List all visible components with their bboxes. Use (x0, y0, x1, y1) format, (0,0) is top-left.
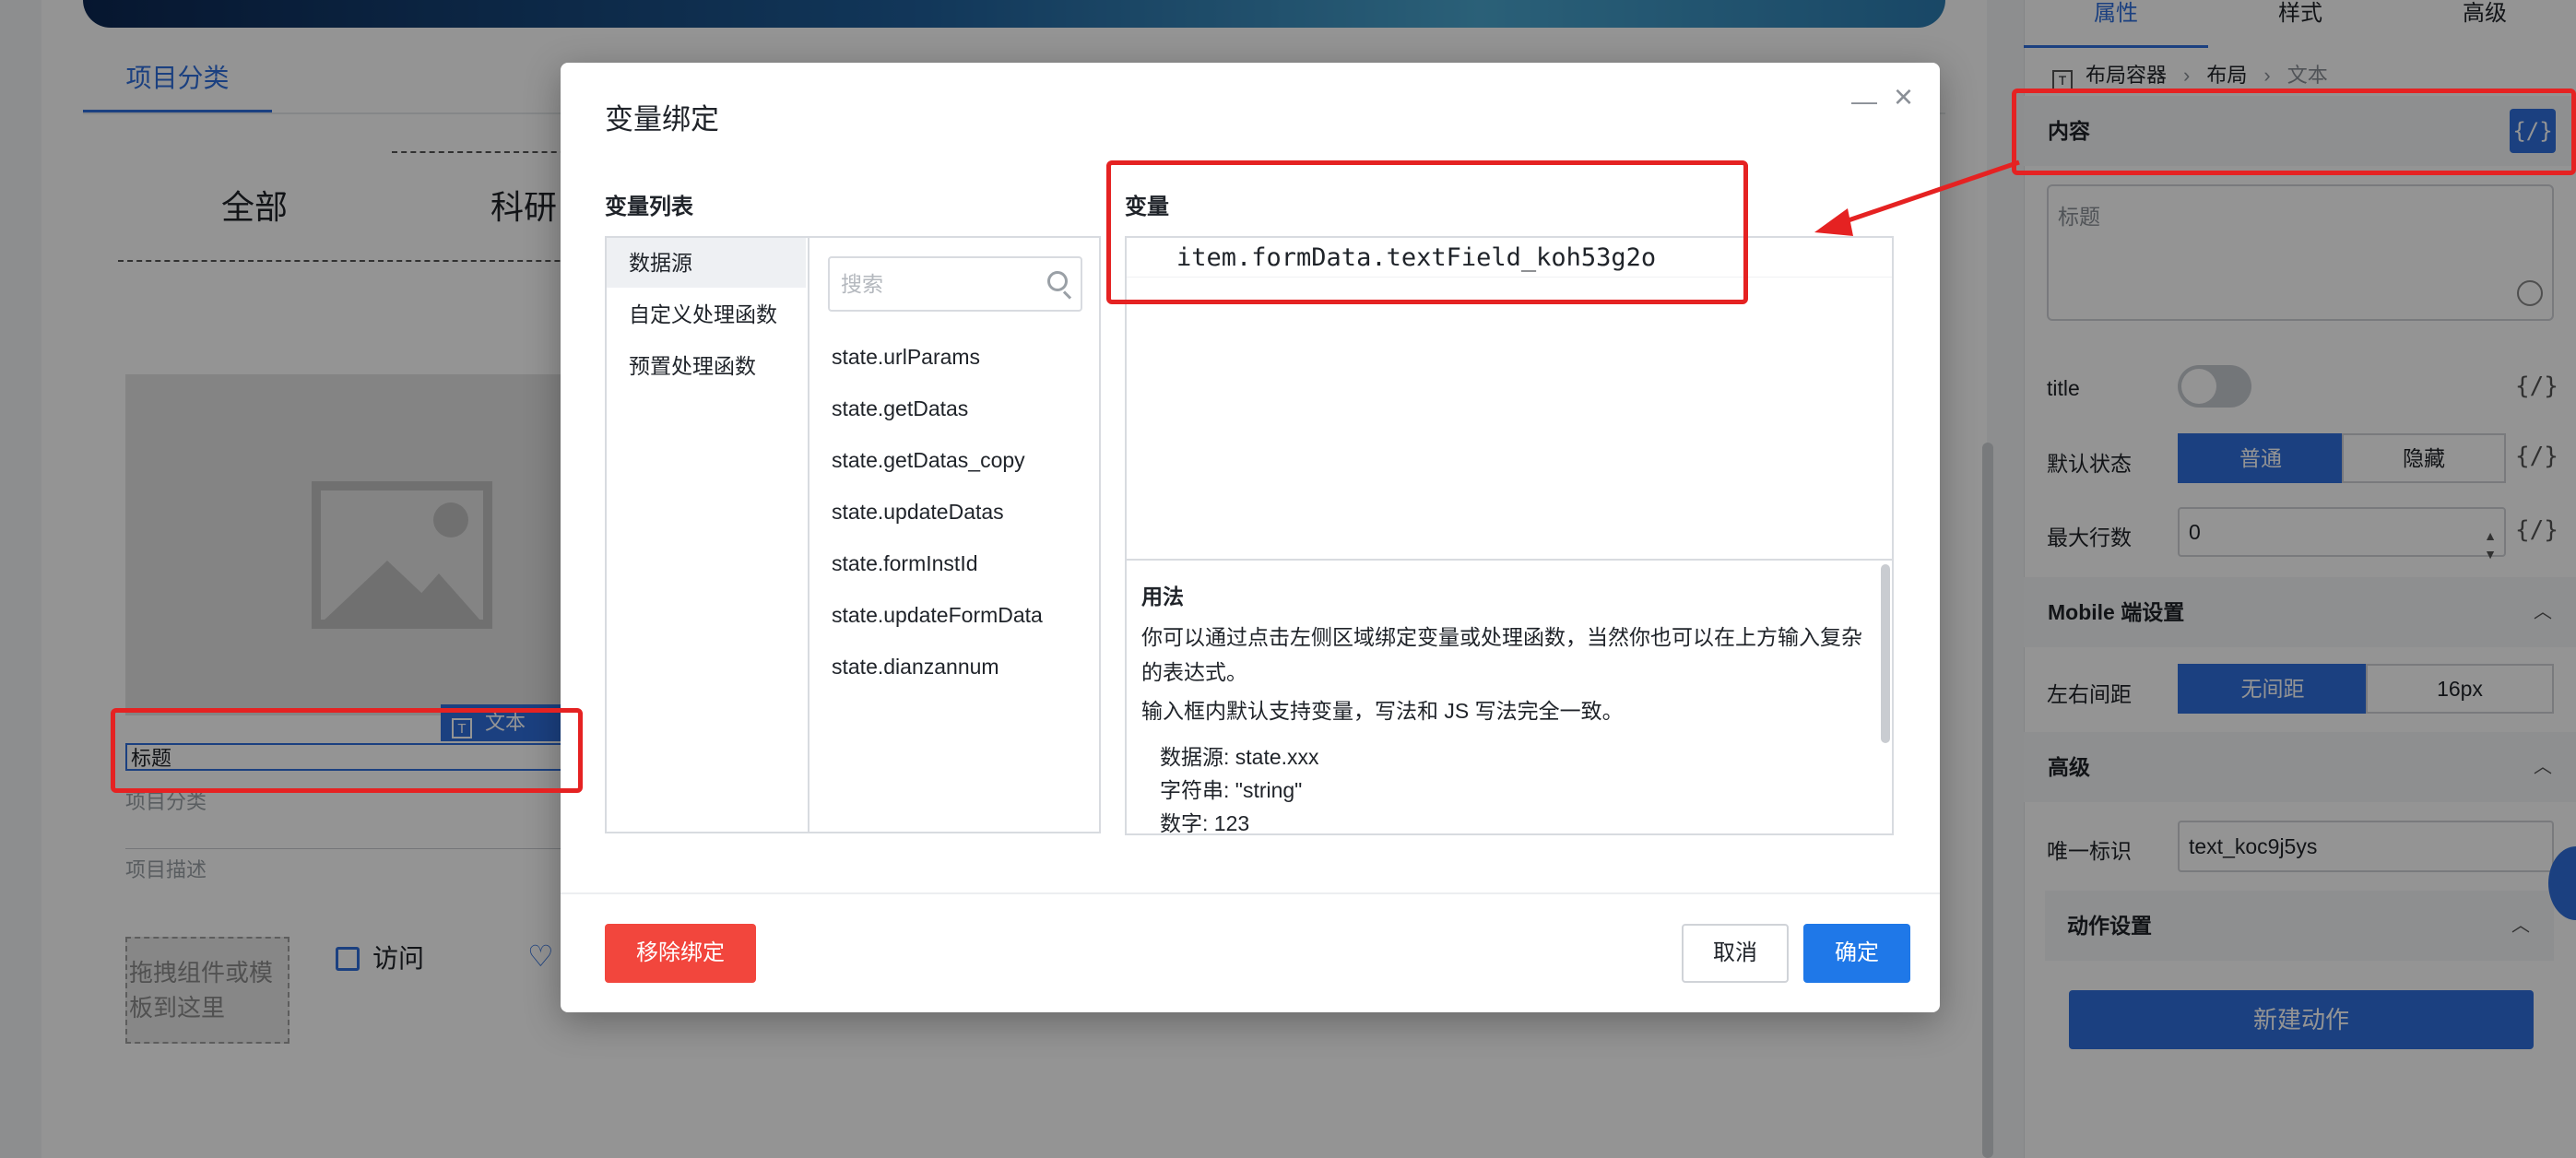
usage-example: 数字: 123 (1160, 811, 1250, 835)
variable-item[interactable]: state.updateFormData (832, 603, 1043, 628)
cancel-button[interactable]: 取消 (1682, 924, 1789, 983)
usage-paragraph: 你可以通过点击左侧区域绑定变量或处理函数，当然你也可以在上方输入复杂的表达式。 (1141, 625, 1862, 684)
variable-item[interactable]: state.getDatas_copy (832, 448, 1025, 473)
annotation-box-variable (1106, 160, 1748, 304)
dialog-title: 变量绑定 (605, 103, 719, 136)
usage-example: 字符串: "string" (1160, 778, 1303, 802)
variable-list-label: 变量列表 (605, 195, 693, 219)
variable-item[interactable]: state.urlParams (832, 345, 980, 370)
category-custom-functions[interactable]: 自定义处理函数 (607, 290, 806, 339)
minimize-icon[interactable]: — (1851, 87, 1877, 116)
search-placeholder: 搜索 (841, 272, 883, 296)
usage-title: 用法 (1141, 585, 1184, 609)
variable-search-input[interactable]: 搜索 (828, 256, 1082, 312)
variable-item[interactable]: state.updateDatas (832, 500, 1004, 525)
variable-list-box: 数据源 自定义处理函数 预置处理函数 搜索 state.urlParams st… (605, 236, 1101, 833)
variable-item[interactable]: state.getDatas (832, 396, 968, 421)
variable-item[interactable]: state.formInstId (832, 551, 978, 576)
annotation-arrow (1814, 160, 2020, 236)
usage-paragraph: 输入框内默认支持变量，写法和 JS 写法完全一致。 (1141, 699, 1624, 723)
usage-example: 数据源: state.xxx (1160, 745, 1319, 769)
usage-help-panel: 用法 你可以通过点击左侧区域绑定变量或处理函数，当然你也可以在上方输入复杂的表达… (1125, 559, 1894, 835)
annotation-box-content (2012, 89, 2576, 175)
usage-scrollbar[interactable] (1881, 564, 1890, 743)
close-icon[interactable]: × (1894, 77, 1913, 116)
remove-binding-button[interactable]: 移除绑定 (605, 924, 756, 983)
category-preset-functions[interactable]: 预置处理函数 (607, 341, 806, 391)
search-icon (1047, 271, 1068, 291)
confirm-button[interactable]: 确定 (1803, 924, 1910, 983)
category-datasource[interactable]: 数据源 (607, 238, 806, 288)
footer-divider (561, 892, 1940, 894)
variable-categories: 数据源 自定义处理函数 预置处理函数 (607, 238, 809, 832)
variable-item[interactable]: state.dianzannum (832, 655, 999, 679)
annotation-box-title (111, 708, 583, 793)
